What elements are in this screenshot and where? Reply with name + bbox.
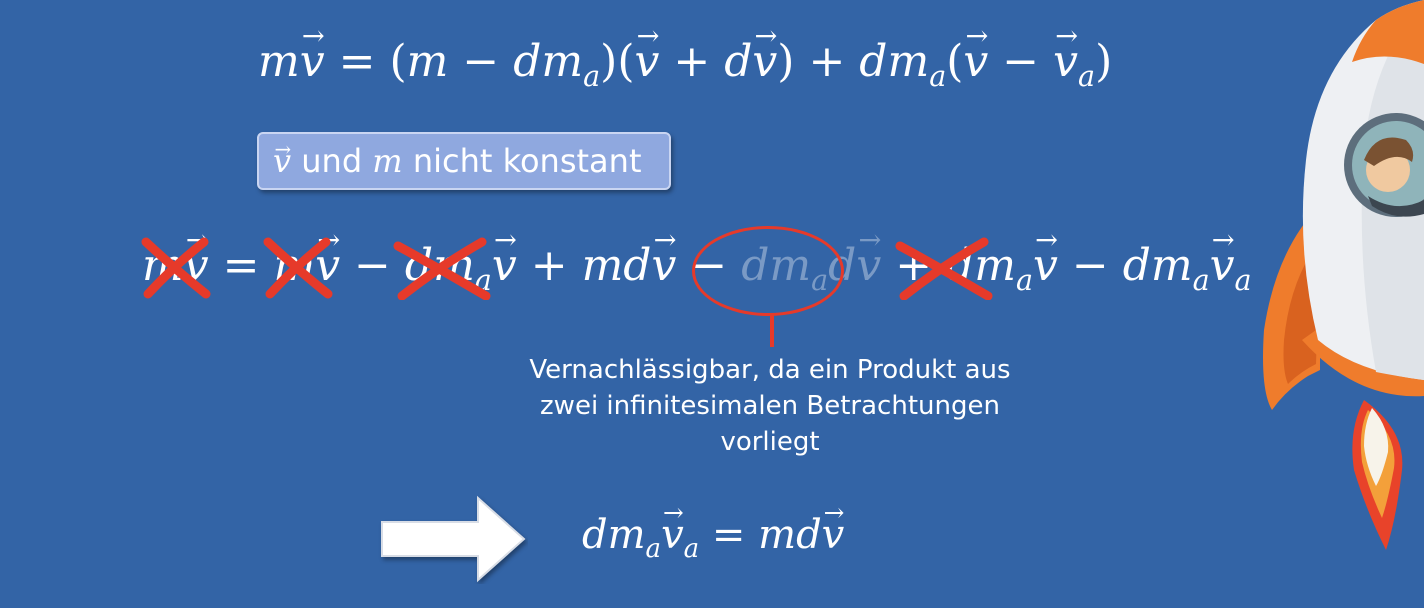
cross-out-mark [141,237,211,299]
cross-out-mark [393,237,491,300]
condition-label: v und m nicht konstant [257,132,671,190]
condition-tail: nicht konstant [402,142,642,180]
momentum-equation: mv = (m − dma)(v + dv) + dma(v − va) [258,36,1112,93]
cross-out-mark [263,237,333,299]
condition-m: m [372,142,403,180]
right-arrow-icon [381,495,526,583]
cross-out-mark [895,237,993,300]
callout-line [770,315,774,347]
highlight-ellipse [692,226,844,316]
annotation-note: Vernachlässigbar, da ein Produkt aus zwe… [490,352,1050,460]
note-line: zwei infinitesimalen Betrachtungen [540,391,1000,421]
note-line: Vernachlässigbar, da ein Produkt aus [529,355,1011,385]
note-line: vorliegt [720,427,820,457]
result-equation: dmava = mdv [582,512,844,564]
rocket-illustration [1263,0,1424,550]
condition-text: und [291,142,373,180]
